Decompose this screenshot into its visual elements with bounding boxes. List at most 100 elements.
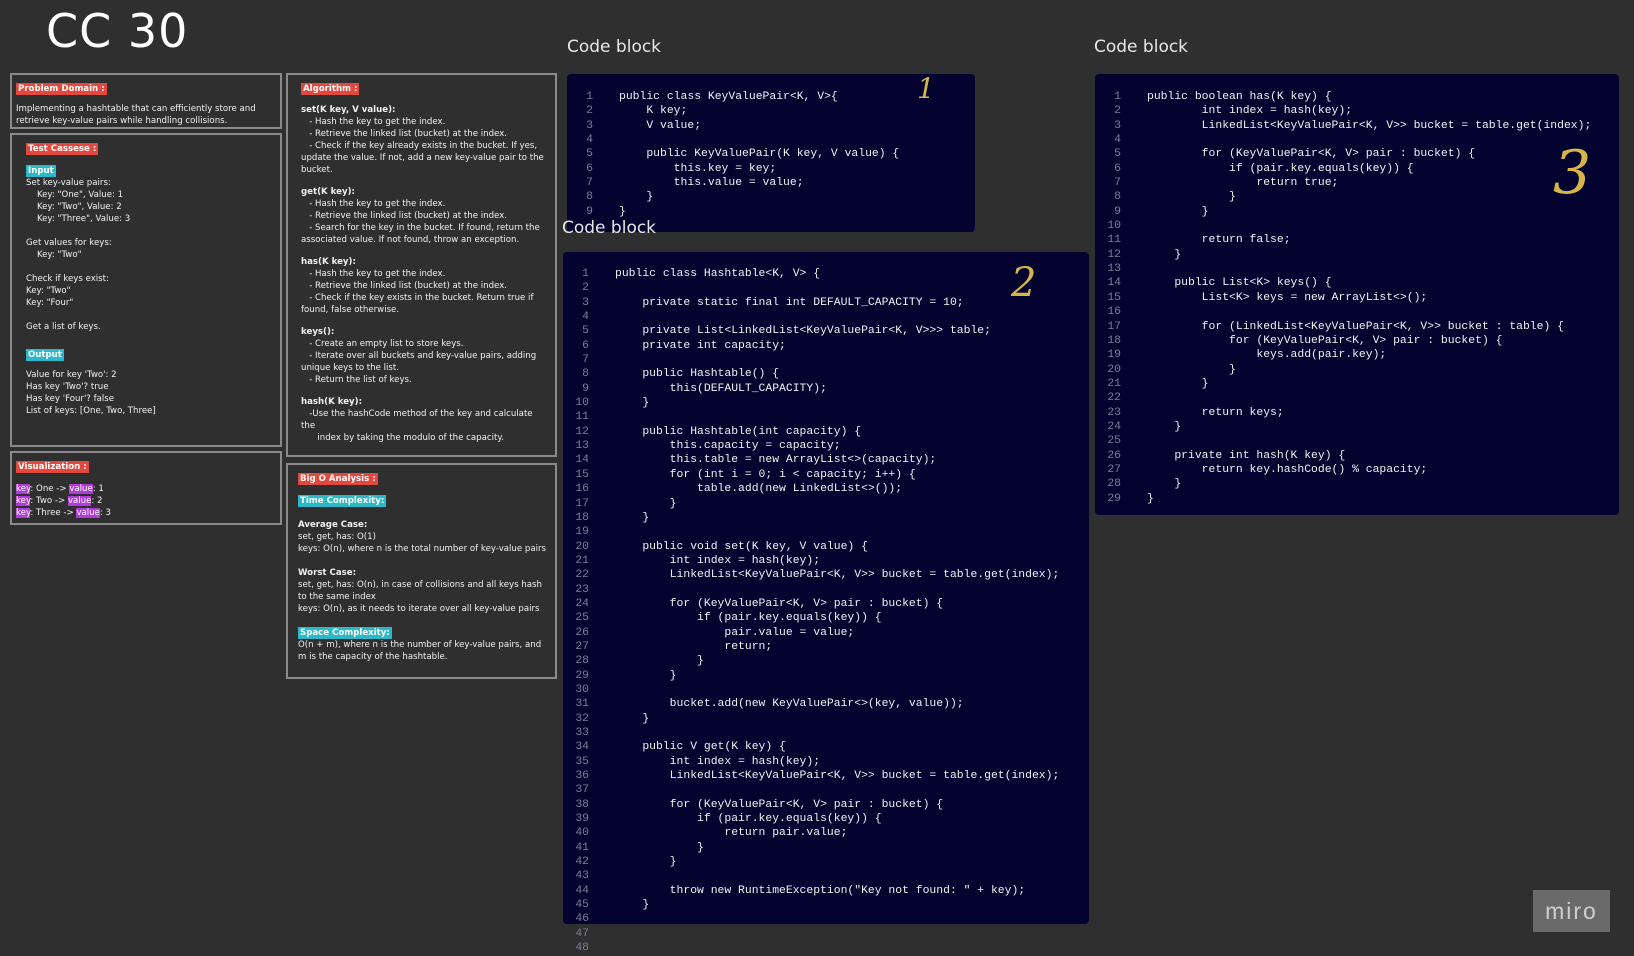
line-number: 34 bbox=[575, 741, 589, 754]
problem-domain-card[interactable]: Problem Domain : Implementing a hashtabl… bbox=[10, 73, 282, 129]
code-text: return pair.value; bbox=[615, 827, 848, 840]
code-text: } bbox=[615, 655, 704, 668]
algorithm-section-set: set(K key, V value): - Hash the key to g… bbox=[301, 104, 547, 176]
algorithm-card[interactable]: Algorithm : set(K key, V value): - Hash … bbox=[286, 73, 557, 457]
code-text: } bbox=[615, 511, 650, 524]
code-line: 23 return keys; bbox=[1095, 406, 1591, 420]
code-block-1[interactable]: 1 public class KeyValuePair<K, V>{2 K key… bbox=[567, 74, 975, 232]
code-line: 10 bbox=[1095, 219, 1591, 233]
line-number: 42 bbox=[575, 856, 589, 869]
code-line: 30 bbox=[563, 683, 1059, 697]
line-number: 30 bbox=[575, 683, 589, 696]
line-number: 12 bbox=[575, 425, 589, 438]
algorithm-section-get: get(K key): - Hash the key to get the in… bbox=[301, 186, 547, 246]
time-complexity-label: Time Complexity: bbox=[298, 495, 387, 507]
line-number: 18 bbox=[575, 511, 589, 524]
code-text: } bbox=[615, 841, 704, 854]
code-line: 22 bbox=[1095, 391, 1591, 405]
code-line: 28 } bbox=[1095, 477, 1591, 491]
line-number: 45 bbox=[575, 899, 589, 912]
big-o-label: Big O Analysis : bbox=[298, 473, 378, 485]
line-number: 6 bbox=[586, 162, 593, 175]
code-text: table.add(new LinkedList<>()); bbox=[615, 483, 903, 496]
code-line: 20 } bbox=[1095, 363, 1591, 377]
test-cases-card[interactable]: Test Cassese : Input Set key-value pairs… bbox=[10, 133, 282, 447]
line-number: 3 bbox=[1114, 119, 1121, 132]
code-text: private int hash(K key) { bbox=[1147, 449, 1346, 462]
line-number: 19 bbox=[575, 526, 589, 539]
code-line: 19 bbox=[563, 525, 1059, 539]
code-text: } bbox=[1147, 377, 1209, 390]
line-number: 23 bbox=[575, 583, 589, 596]
code-text: this.key = key; bbox=[619, 162, 777, 175]
code-line: 9 } bbox=[1095, 205, 1591, 219]
line-number: 5 bbox=[1114, 148, 1121, 161]
line-number: 28 bbox=[1107, 478, 1121, 491]
code-text: V value; bbox=[619, 119, 702, 132]
worst-case-heading: Worst Case: bbox=[298, 568, 357, 578]
line-number: 18 bbox=[1107, 334, 1121, 347]
code-line: 3 V value; bbox=[567, 119, 899, 133]
big-o-card[interactable]: Big O Analysis : Time Complexity: Averag… bbox=[286, 463, 557, 679]
line-number: 2 bbox=[582, 282, 589, 295]
code-text: } bbox=[615, 397, 650, 410]
algorithm-section-hash: hash(K key): -Use the hashCode method of… bbox=[301, 396, 547, 444]
line-number: 15 bbox=[1107, 291, 1121, 304]
code-line: 24 } bbox=[1095, 420, 1591, 434]
code-block-2[interactable]: 1 public class Hashtable<K, V> {2 3 privat… bbox=[563, 252, 1089, 954]
row-end: : 1 bbox=[92, 484, 104, 494]
line-number: 2 bbox=[586, 105, 593, 118]
visualization-card[interactable]: Visualization : key: One -> value: 1 key… bbox=[10, 451, 282, 525]
code-line: 10 } bbox=[563, 396, 1059, 410]
code-text: } bbox=[615, 856, 677, 869]
line-number: 9 bbox=[582, 382, 589, 395]
line-number: 10 bbox=[575, 397, 589, 410]
line-number: 33 bbox=[575, 727, 589, 739]
line-number: 7 bbox=[1114, 177, 1121, 190]
line-number: 12 bbox=[1107, 248, 1121, 261]
value-word: value bbox=[76, 508, 100, 518]
code-line: 3 LinkedList<KeyValuePair<K, V>> bucket … bbox=[1095, 119, 1591, 133]
line-number: 39 bbox=[575, 813, 589, 826]
code-text: this.value = value; bbox=[619, 177, 804, 190]
miro-logo[interactable]: miro bbox=[1533, 890, 1610, 932]
code-line: 15 List<K> keys = new ArrayList<>(); bbox=[1095, 291, 1591, 305]
line-number: 28 bbox=[575, 655, 589, 668]
code-line: 44 throw new RuntimeException("Key not f… bbox=[563, 884, 1059, 898]
code-line: 13 this.capacity = capacity; bbox=[563, 439, 1059, 453]
code-line: 8 } bbox=[567, 190, 899, 204]
line-number: 5 bbox=[586, 148, 593, 161]
line-number: 48 bbox=[575, 942, 589, 955]
code-text: return true; bbox=[1147, 177, 1339, 190]
code-line: 2 K key; bbox=[567, 104, 899, 118]
code-line: 32 } bbox=[563, 712, 1059, 726]
code-line: 36 LinkedList<KeyValuePair<K, V>> bucket… bbox=[563, 769, 1059, 783]
code-block-2-label: Code block bbox=[562, 218, 657, 238]
code-line: 35 int index = hash(key); bbox=[563, 755, 1059, 769]
visualization-row: key: Two -> value: 2 bbox=[16, 495, 276, 507]
line-number: 23 bbox=[1107, 406, 1121, 419]
code-line: 1 public class KeyValuePair<K, V>{ bbox=[567, 90, 899, 104]
line-number: 1 bbox=[1114, 91, 1121, 103]
code-text: } bbox=[1147, 363, 1236, 376]
line-number: 6 bbox=[1114, 162, 1121, 175]
algorithm-body: - Hash the key to get the index. - Retri… bbox=[301, 269, 534, 315]
code-text: this(DEFAULT_CAPACITY); bbox=[615, 382, 827, 395]
code-line: 18 for (KeyValuePair<K, V> pair : bucket… bbox=[1095, 334, 1591, 348]
algorithm-heading: get(K key): bbox=[301, 187, 355, 197]
code-line: 8 } bbox=[1095, 190, 1591, 204]
line-number: 27 bbox=[575, 640, 589, 653]
value-word: value bbox=[67, 496, 92, 506]
code-line: 6 private int capacity; bbox=[563, 339, 1059, 353]
line-number: 8 bbox=[586, 191, 593, 204]
code-text: LinkedList<KeyValuePair<K, V>> bucket = … bbox=[1147, 119, 1592, 132]
code-line: 37 bbox=[563, 783, 1059, 797]
code-line: 20 public void set(K key, V value) { bbox=[563, 540, 1059, 554]
line-number: 2 bbox=[1114, 105, 1121, 118]
code-line: 17 for (LinkedList<KeyValuePair<K, V>> b… bbox=[1095, 320, 1591, 334]
line-number: 14 bbox=[1107, 277, 1121, 290]
code-line: 29} bbox=[1095, 492, 1591, 506]
code-block-3[interactable]: 1 public boolean has(K key) {2 int index … bbox=[1095, 74, 1619, 515]
code-line: 38 for (KeyValuePair<K, V> pair : bucket… bbox=[563, 798, 1059, 812]
line-number: 36 bbox=[575, 770, 589, 783]
